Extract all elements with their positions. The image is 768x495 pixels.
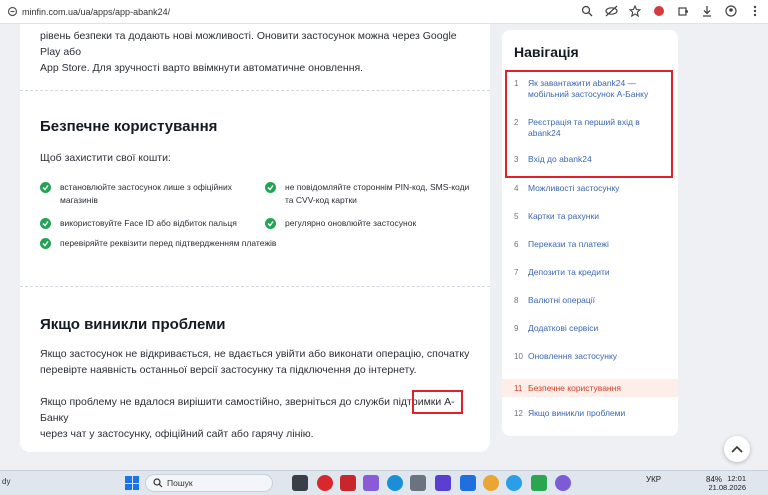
nav-item[interactable]: 8 Валютні операції xyxy=(502,295,678,309)
check-item: встановлюйте застосунок лише з офіційних… xyxy=(40,181,250,207)
section-divider xyxy=(20,90,490,91)
nav-item-label: Додаткові сервіси xyxy=(528,323,599,333)
safe-usage-heading: Безпечне користування xyxy=(40,118,218,135)
app-icon[interactable] xyxy=(410,475,426,491)
nav-item[interactable]: 10 Оновлення застосунку xyxy=(502,351,678,365)
check-item: регулярно оновлюйте застосунок xyxy=(265,217,480,230)
nav-item-number: 12 xyxy=(514,409,523,418)
nav-item-label: Картки та рахунки xyxy=(528,211,599,221)
viber-icon[interactable] xyxy=(555,475,571,491)
nav-item-number: 8 xyxy=(514,296,519,305)
nav-item[interactable]: 4 Можливості застосунку xyxy=(502,183,678,197)
nav-item-label: Безпечне користування xyxy=(528,383,621,393)
system-clock[interactable]: 12:01 21.08.2026 xyxy=(708,474,746,492)
nav-item-number: 4 xyxy=(514,184,519,193)
search-icon xyxy=(153,478,163,488)
checkmark-icon xyxy=(40,218,51,229)
edge-icon[interactable] xyxy=(387,475,403,491)
nav-item-number: 10 xyxy=(514,352,523,361)
download-icon[interactable] xyxy=(700,4,714,18)
nav-item-label: Депозити та кредити xyxy=(528,267,610,277)
extension-icon[interactable] xyxy=(652,4,666,18)
section-divider xyxy=(20,286,490,287)
browser-address-bar[interactable]: minfin.com.ua/ua/apps/app-abank24/ xyxy=(0,0,768,24)
app-icon[interactable] xyxy=(363,475,379,491)
safe-usage-lead: Щоб захистити свої кошти: xyxy=(40,152,171,164)
problems-paragraph-1: Якщо застосунок не відкривається, не вда… xyxy=(40,348,470,376)
checkmark-icon xyxy=(265,182,276,193)
nav-item-number: 9 xyxy=(514,324,519,333)
site-info-icon[interactable] xyxy=(6,6,18,18)
app-l-icon[interactable] xyxy=(340,475,356,491)
nav-item[interactable]: 6 Перекази та платежі xyxy=(502,239,678,253)
nav-item[interactable]: 11 Безпечне користування xyxy=(502,379,678,397)
dropbox-icon[interactable] xyxy=(460,475,476,491)
torrent-icon[interactable] xyxy=(531,475,547,491)
bookmark-star-icon[interactable] xyxy=(628,4,642,18)
nav-item[interactable]: 7 Депозити та кредити xyxy=(502,267,678,281)
zoom-icon[interactable] xyxy=(580,4,594,18)
language-indicator[interactable]: УКР xyxy=(646,475,661,484)
nav-item-label: Валютні операції xyxy=(528,295,596,305)
check-item: використовуйте Face ID або відбиток паль… xyxy=(40,217,250,230)
problems-paragraph-2: Якщо проблему не вдалося вирішити самост… xyxy=(40,396,455,440)
nav-item[interactable]: 5 Картки та рахунки xyxy=(502,211,678,225)
nav-item-number: 6 xyxy=(514,240,519,249)
article-content: рівень безпеки та додають нові можливост… xyxy=(20,24,490,452)
intro-text: рівень безпеки та додають нові можливост… xyxy=(40,30,457,74)
nav-item-number: 11 xyxy=(514,384,523,393)
profile-icon[interactable] xyxy=(724,4,738,18)
nav-item-label: Перекази та платежі xyxy=(528,239,609,249)
nav-item-label: Оновлення застосунку xyxy=(528,351,618,361)
chrome-icon[interactable] xyxy=(483,475,499,491)
task-view-icon[interactable] xyxy=(292,475,308,491)
taskbar-left-text: dy xyxy=(2,477,11,486)
checkmark-icon xyxy=(40,182,51,193)
nav-title: Навігація xyxy=(514,44,579,60)
taskbar: dy Пошук УКР 84% 12:01 21.08.2026 xyxy=(0,470,768,495)
nav-item[interactable]: 12 Якщо виникли проблеми xyxy=(502,408,678,422)
problems-heading: Якщо виникли проблеми xyxy=(40,316,226,333)
app-icon[interactable] xyxy=(435,475,451,491)
check-item: не повідомляйте стороннім PIN-код, SMS-к… xyxy=(265,181,480,207)
opera-icon[interactable] xyxy=(317,475,333,491)
nav-item[interactable]: 9 Додаткові сервіси xyxy=(502,323,678,337)
nav-item-number: 7 xyxy=(514,268,519,277)
check-item: перевіряйте реквізити перед підтвердженн… xyxy=(40,237,340,250)
chevron-up-icon xyxy=(731,445,743,453)
menu-icon[interactable] xyxy=(748,4,762,18)
url-text[interactable]: minfin.com.ua/ua/apps/app-abank24/ xyxy=(22,7,170,17)
puzzle-icon[interactable] xyxy=(676,4,690,18)
highlight-box xyxy=(505,70,673,178)
scroll-to-top-button[interactable] xyxy=(724,436,750,462)
taskbar-search[interactable]: Пошук xyxy=(145,474,273,492)
windows-start-button[interactable] xyxy=(125,476,139,490)
nav-item-number: 5 xyxy=(514,212,519,221)
checkmark-icon xyxy=(265,218,276,229)
highlight-box xyxy=(412,390,463,414)
nav-item-label: Можливості застосунку xyxy=(528,183,620,193)
eye-off-icon[interactable] xyxy=(604,4,618,18)
nav-item-label: Якщо виникли проблеми xyxy=(528,408,626,418)
checkmark-icon xyxy=(40,238,51,249)
telegram-icon[interactable] xyxy=(506,475,522,491)
